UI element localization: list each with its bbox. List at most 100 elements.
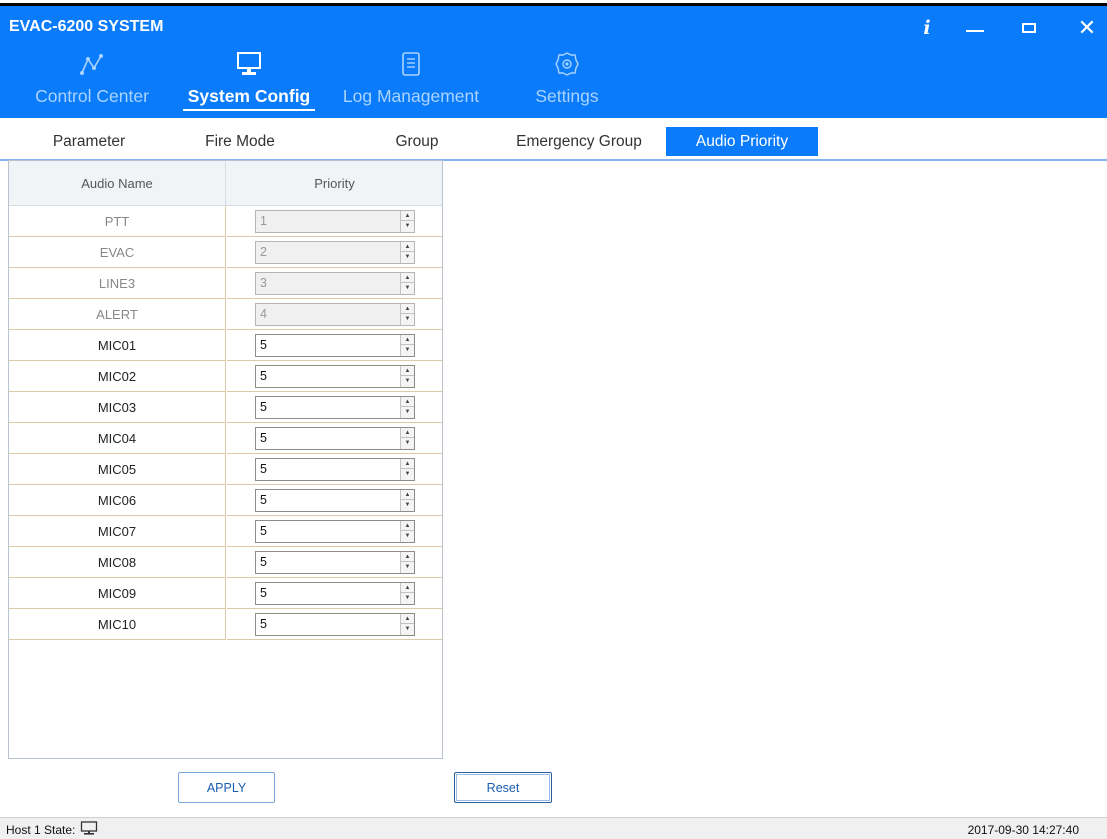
priority-spinbox[interactable]: 5 ▲ ▼ [255, 334, 415, 357]
spin-up-icon[interactable]: ▲ [401, 583, 414, 593]
table-row: ALERT 4 ▲ ▼ [9, 299, 442, 330]
tab-parameter[interactable]: Parameter [0, 127, 178, 156]
tab-group[interactable]: Group [384, 127, 450, 156]
table-row: MIC01 5 ▲ ▼ [9, 330, 442, 361]
priority-value: 1 [260, 214, 267, 228]
spin-down-icon: ▼ [404, 254, 411, 260]
priority-spinbox[interactable]: 5 ▲ ▼ [255, 582, 415, 605]
priority-value[interactable]: 5 [260, 555, 267, 569]
spin-up-icon[interactable]: ▲ [401, 490, 414, 500]
spin-up-icon[interactable]: ▲ [401, 366, 414, 376]
priority-spinbox[interactable]: 5 ▲ ▼ [255, 458, 415, 481]
minimize-icon[interactable] [960, 16, 990, 40]
nav-settings[interactable]: Settings [522, 50, 612, 116]
priority-value[interactable]: 5 [260, 338, 267, 352]
spin-down-icon: ▼ [404, 223, 411, 229]
audio-name-cell: MIC08 [9, 547, 226, 578]
audio-name-cell: MIC04 [9, 423, 226, 454]
priority-spinbox[interactable]: 5 ▲ ▼ [255, 551, 415, 574]
priority-value: 3 [260, 276, 267, 290]
nav-log-management[interactable]: Log Management [321, 50, 501, 116]
monitor-icon [80, 821, 98, 839]
priority-value[interactable]: 5 [260, 400, 267, 414]
table-row: MIC06 5 ▲ ▼ [9, 485, 442, 516]
spin-up-icon[interactable]: ▲ [401, 521, 414, 531]
info-icon[interactable]: i [912, 16, 942, 40]
spin-down-icon[interactable]: ▼ [401, 562, 414, 572]
audio-name-cell: MIC01 [9, 330, 226, 361]
spin-up-icon[interactable]: ▲ [401, 459, 414, 469]
spin-up-icon[interactable]: ▲ [401, 614, 414, 624]
table-row: MIC05 5 ▲ ▼ [9, 454, 442, 485]
spin-up-icon[interactable]: ▲ [401, 335, 414, 345]
nav-label: Settings [535, 86, 599, 106]
priority-value[interactable]: 5 [260, 586, 267, 600]
spin-down-icon[interactable]: ▼ [401, 345, 414, 355]
sub-tab-bar: Parameter Fire Mode Group Emergency Grou… [0, 124, 1107, 161]
app-title: EVAC-6200 SYSTEM [9, 18, 164, 35]
priority-spinbox[interactable]: 5 ▲ ▼ [255, 520, 415, 543]
priority-value[interactable]: 5 [260, 524, 267, 538]
table-row: PTT 1 ▲ ▼ [9, 206, 442, 237]
audio-name-cell: MIC10 [9, 609, 226, 640]
priority-spinbox[interactable]: 5 ▲ ▼ [255, 489, 415, 512]
title-bar: EVAC-6200 SYSTEM i ✕ Control Center Syst… [0, 6, 1107, 118]
table-row: LINE3 3 ▲ ▼ [9, 268, 442, 299]
priority-value: 2 [260, 245, 267, 259]
spin-down-icon[interactable]: ▼ [401, 500, 414, 510]
table-header: Audio Name Priority [9, 161, 442, 206]
priority-spinbox: 2 ▲ ▼ [255, 241, 415, 264]
priority-value[interactable]: 5 [260, 617, 267, 631]
spin-down-icon: ▼ [404, 285, 411, 291]
spin-up-icon[interactable]: ▲ [401, 552, 414, 562]
spin-down-icon[interactable]: ▼ [401, 624, 414, 634]
spin-up-icon[interactable]: ▲ [401, 397, 414, 407]
spin-up-icon[interactable]: ▲ [401, 428, 414, 438]
audio-name-cell: LINE3 [9, 268, 226, 299]
column-header-audio-name: Audio Name [9, 161, 226, 206]
table-row: MIC07 5 ▲ ▼ [9, 516, 442, 547]
tab-emergency-group[interactable]: Emergency Group [499, 127, 659, 156]
tab-audio-priority[interactable]: Audio Priority [666, 127, 818, 156]
reset-button[interactable]: Reset [454, 772, 552, 803]
spin-down-icon[interactable]: ▼ [401, 469, 414, 479]
audio-name-cell: PTT [9, 206, 226, 237]
close-icon[interactable]: ✕ [1072, 15, 1102, 40]
tab-fire-mode[interactable]: Fire Mode [189, 127, 291, 156]
audio-name-cell: MIC06 [9, 485, 226, 516]
nav-control-center[interactable]: Control Center [25, 50, 159, 116]
spin-up-icon: ▲ [401, 211, 414, 221]
table-row: MIC10 5 ▲ ▼ [9, 609, 442, 640]
nav-label: Log Management [342, 86, 480, 106]
priority-spinbox: 4 ▲ ▼ [255, 303, 415, 326]
priority-value[interactable]: 5 [260, 462, 267, 476]
spin-down-icon[interactable]: ▼ [401, 407, 414, 417]
audio-name-cell: MIC07 [9, 516, 226, 547]
priority-value[interactable]: 5 [260, 493, 267, 507]
table-row: MIC02 5 ▲ ▼ [9, 361, 442, 392]
table-row: MIC03 5 ▲ ▼ [9, 392, 442, 423]
host-state-label: Host 1 State: [6, 823, 76, 837]
nav-label: Control Center [35, 86, 149, 106]
spin-up-icon: ▲ [401, 242, 414, 252]
priority-value[interactable]: 5 [260, 431, 267, 445]
monitor-icon [179, 50, 319, 78]
apply-button[interactable]: APPLY [178, 772, 275, 803]
document-icon [321, 50, 501, 78]
audio-name-cell: MIC03 [9, 392, 226, 423]
spin-down-icon[interactable]: ▼ [401, 376, 414, 386]
spin-down-icon[interactable]: ▼ [401, 531, 414, 541]
priority-value: 4 [260, 307, 267, 321]
priority-spinbox[interactable]: 5 ▲ ▼ [255, 365, 415, 388]
spin-up-icon: ▲ [401, 304, 414, 314]
priority-spinbox[interactable]: 5 ▲ ▼ [255, 396, 415, 419]
priority-spinbox[interactable]: 5 ▲ ▼ [255, 613, 415, 636]
spin-down-icon[interactable]: ▼ [401, 438, 414, 448]
spin-down-icon[interactable]: ▼ [401, 593, 414, 603]
maximize-icon[interactable] [1014, 16, 1044, 40]
status-bar: Host 1 State: 2017-09-30 14:27:40 [0, 817, 1107, 839]
priority-value[interactable]: 5 [260, 369, 267, 383]
table-row: EVAC 2 ▲ ▼ [9, 237, 442, 268]
nav-system-config[interactable]: System Config [179, 50, 319, 116]
priority-spinbox[interactable]: 5 ▲ ▼ [255, 427, 415, 450]
